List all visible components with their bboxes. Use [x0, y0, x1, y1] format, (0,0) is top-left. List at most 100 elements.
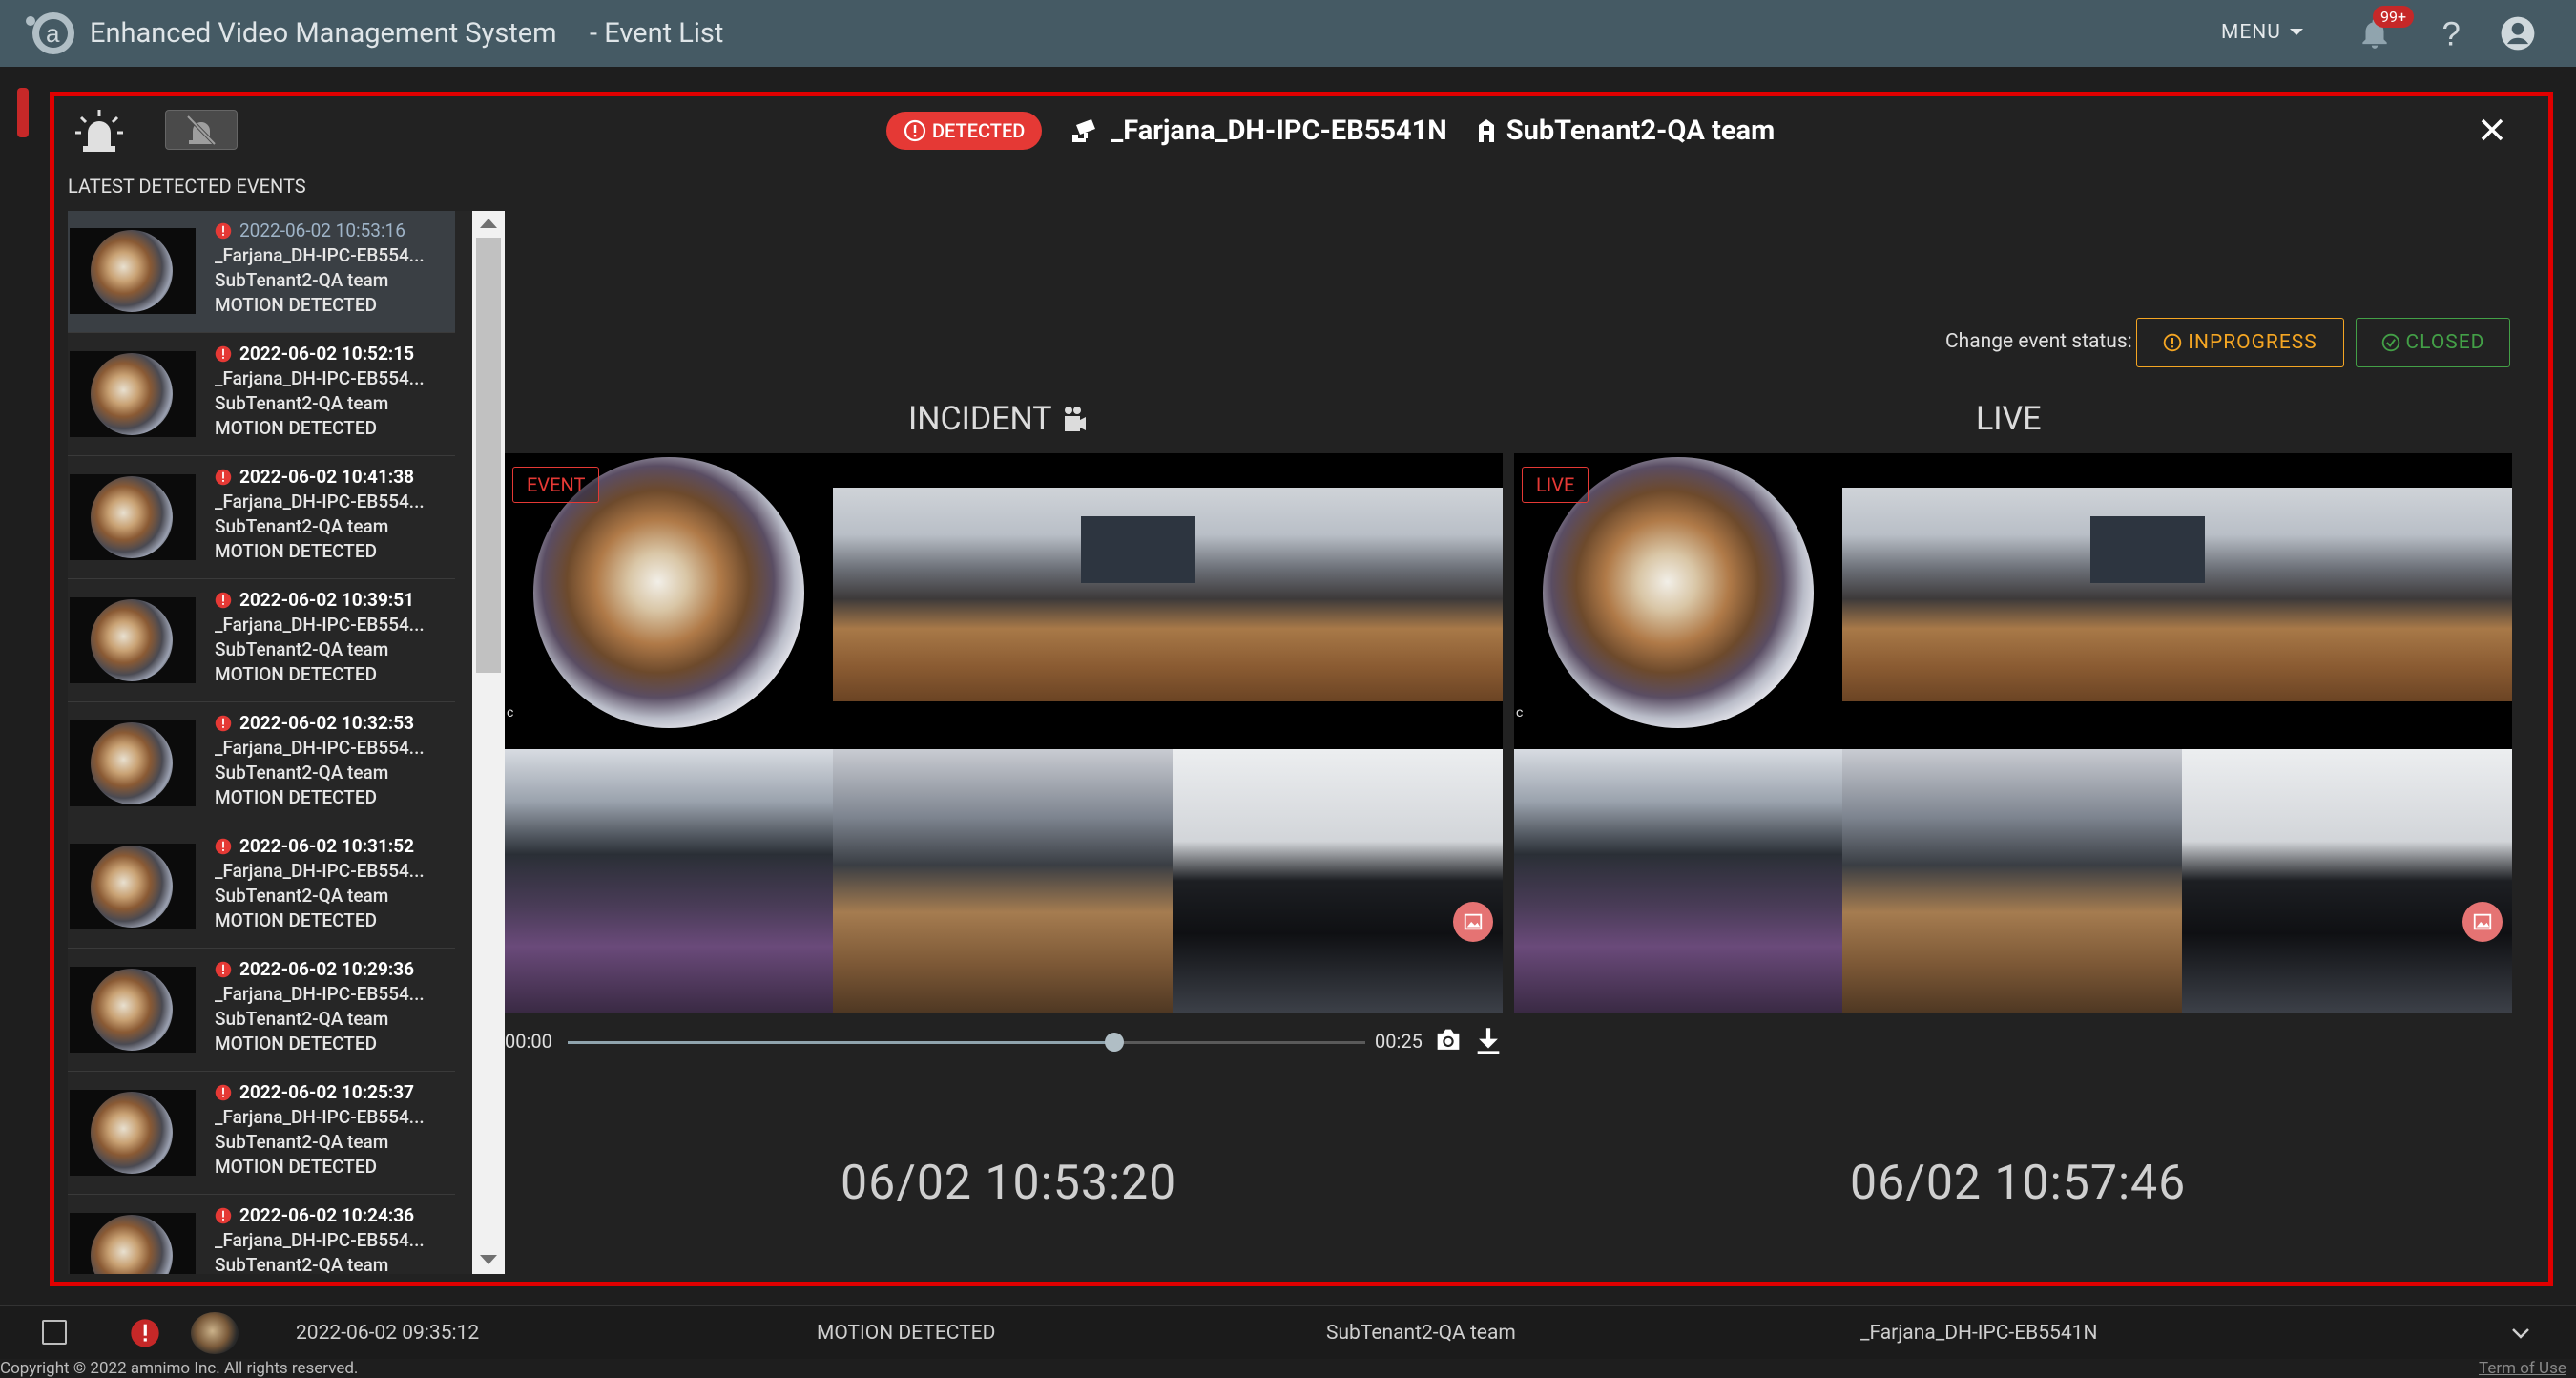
image-button[interactable] [1453, 902, 1493, 942]
event-list-item[interactable]: 2022-06-02 10:24:36 _Farjana_DH-IPC-EB55… [68, 1196, 455, 1274]
event-time-row: 2022-06-02 10:32:53 [215, 711, 425, 736]
page-title: - Event List [590, 17, 724, 50]
event-time-row: 2022-06-02 10:41:38 [215, 465, 425, 490]
live-video[interactable]: LIVE c [1514, 453, 2512, 1013]
cctv-camera-icon [1072, 119, 1096, 142]
row-camera: _Farjana_DH-IPC-EB5541N [1860, 1322, 2098, 1345]
incident-title: INCIDENT [908, 400, 1087, 438]
event-time-row: 2022-06-02 10:29:36 [215, 957, 425, 982]
monitor-shape [1081, 516, 1195, 583]
error-icon [215, 222, 232, 240]
event-list-item[interactable]: 2022-06-02 10:39:51 _Farjana_DH-IPC-EB55… [68, 580, 455, 702]
notification-badge: 99+ [2373, 6, 2415, 28]
row-thumbnail[interactable] [191, 1312, 239, 1354]
event-list-item[interactable]: 2022-06-02 10:25:37 _Farjana_DH-IPC-EB55… [68, 1073, 455, 1195]
fisheye-thumbnail [91, 722, 173, 804]
event-list[interactable]: 2022-06-02 10:53:16 _Farjana_DH-IPC-EB55… [68, 211, 505, 1274]
event-time: 2022-06-02 10:29:36 [239, 958, 415, 980]
event-tenant: SubTenant2-QA team [215, 269, 389, 291]
row-time: 2022-06-02 09:35:12 [296, 1322, 480, 1345]
event-list-item[interactable]: 2022-06-02 10:53:16 _Farjana_DH-IPC-EB55… [68, 211, 455, 333]
event-type: MOTION DETECTED [215, 417, 377, 439]
event-tenant: SubTenant2-QA team [215, 1254, 389, 1274]
live-title: LIVE [1976, 400, 2042, 438]
footer: Copyright © 2022 amnimo Inc. All rights … [0, 1359, 2576, 1378]
help-icon[interactable]: ? [2433, 15, 2469, 52]
view-indicator: c [1516, 705, 1524, 720]
error-icon [215, 592, 232, 609]
event-type: MOTION DETECTED [215, 909, 377, 931]
table-row[interactable]: 2022-06-02 09:35:12 MOTION DETECTED SubT… [0, 1305, 2576, 1359]
event-tenant: SubTenant2-QA team [215, 392, 389, 414]
alert-circle-icon [2164, 333, 2182, 352]
view-1 [505, 749, 833, 1013]
alarm-on-icon[interactable] [73, 108, 125, 154]
error-icon [131, 1319, 159, 1347]
error-icon [215, 961, 232, 978]
scroll-up-arrow-icon[interactable] [480, 219, 497, 228]
event-details: 2022-06-02 10:31:52 _Farjana_DH-IPC-EB55… [215, 834, 425, 933]
svg-text:?: ? [2442, 16, 2461, 52]
expand-chevron-icon[interactable] [2509, 1322, 2532, 1345]
event-list-scrollbar[interactable] [472, 211, 505, 1274]
event-type: MOTION DETECTED [215, 1156, 377, 1178]
row-checkbox[interactable] [42, 1320, 67, 1345]
error-icon [215, 715, 232, 732]
account-icon[interactable] [2500, 15, 2536, 52]
event-tenant: SubTenant2-QA team [215, 638, 389, 660]
closed-label: CLOSED [2405, 331, 2485, 354]
event-detail-modal: LATEST DETECTED EVENTS DETECTED _Farjana… [50, 92, 2553, 1286]
image-button[interactable] [2462, 902, 2503, 942]
event-type: MOTION DETECTED [215, 1033, 377, 1054]
playback-slider[interactable] [568, 1033, 1365, 1052]
event-list-item[interactable]: 2022-06-02 10:31:52 _Farjana_DH-IPC-EB55… [68, 826, 455, 949]
image-icon [2473, 913, 2492, 930]
event-time-row: 2022-06-02 10:31:52 [215, 834, 425, 859]
download-icon[interactable] [1472, 1024, 1505, 1056]
copyright: Copyright © 2022 amnimo Inc. All rights … [0, 1359, 359, 1378]
image-icon [1464, 913, 1483, 930]
playback-start-time: 00:00 [505, 1030, 552, 1053]
row-tenant: SubTenant2-QA team [1326, 1322, 1516, 1345]
panorama-view [833, 488, 1503, 701]
tenant-header: SubTenant2-QA team [1476, 115, 1775, 147]
tenant-icon [1478, 119, 1494, 142]
event-list-item[interactable]: 2022-06-02 10:29:36 _Farjana_DH-IPC-EB55… [68, 950, 455, 1072]
svg-text:a: a [46, 19, 60, 48]
app-logo-icon[interactable]: a [21, 10, 76, 57]
event-thumbnail [70, 967, 196, 1053]
camera-snapshot-icon[interactable] [1432, 1024, 1465, 1056]
incident-video[interactable]: EVENT c [505, 453, 1503, 1013]
event-camera: _Farjana_DH-IPC-EB554... [215, 367, 425, 389]
event-list-item[interactable]: 2022-06-02 10:32:53 _Farjana_DH-IPC-EB55… [68, 703, 455, 825]
event-camera: _Farjana_DH-IPC-EB554... [215, 737, 425, 759]
event-details: 2022-06-02 10:32:53 _Farjana_DH-IPC-EB55… [215, 711, 425, 810]
event-camera: _Farjana_DH-IPC-EB554... [215, 614, 425, 636]
view-1 [1514, 749, 1842, 1013]
playback-end-time: 00:25 [1375, 1030, 1423, 1053]
tenant-name: SubTenant2-QA team [1506, 115, 1776, 147]
scroll-thumb[interactable] [476, 238, 501, 673]
event-camera: _Farjana_DH-IPC-EB554... [215, 1106, 425, 1128]
scroll-down-arrow-icon[interactable] [480, 1255, 497, 1264]
playback-knob[interactable] [1104, 1033, 1124, 1052]
menu-button[interactable]: MENU [2221, 21, 2304, 44]
status-badge: DETECTED [886, 112, 1043, 150]
event-tenant: SubTenant2-QA team [215, 1008, 389, 1030]
incident-title-text: INCIDENT [908, 400, 1052, 438]
alert-circle-icon [904, 119, 926, 142]
event-list-item[interactable]: 2022-06-02 10:52:15 _Farjana_DH-IPC-EB55… [68, 334, 455, 456]
event-details: 2022-06-02 10:39:51 _Farjana_DH-IPC-EB55… [215, 588, 425, 687]
closed-button[interactable]: CLOSED [2356, 318, 2510, 367]
event-camera: _Farjana_DH-IPC-EB554... [215, 244, 425, 266]
terms-link[interactable]: Term of Use [2479, 1359, 2566, 1378]
event-list-item[interactable]: 2022-06-02 10:41:38 _Farjana_DH-IPC-EB55… [68, 457, 455, 579]
inprogress-button[interactable]: INPROGRESS [2136, 318, 2344, 367]
latest-events-title: LATEST DETECTED EVENTS [68, 175, 306, 198]
close-icon[interactable] [2474, 112, 2510, 148]
event-tenant: SubTenant2-QA team [215, 885, 389, 907]
fisheye-thumbnail [91, 846, 173, 928]
change-status-label: Change event status: [1945, 330, 2132, 353]
alarm-off-button[interactable] [165, 110, 238, 150]
alarm-off-icon [186, 115, 217, 146]
